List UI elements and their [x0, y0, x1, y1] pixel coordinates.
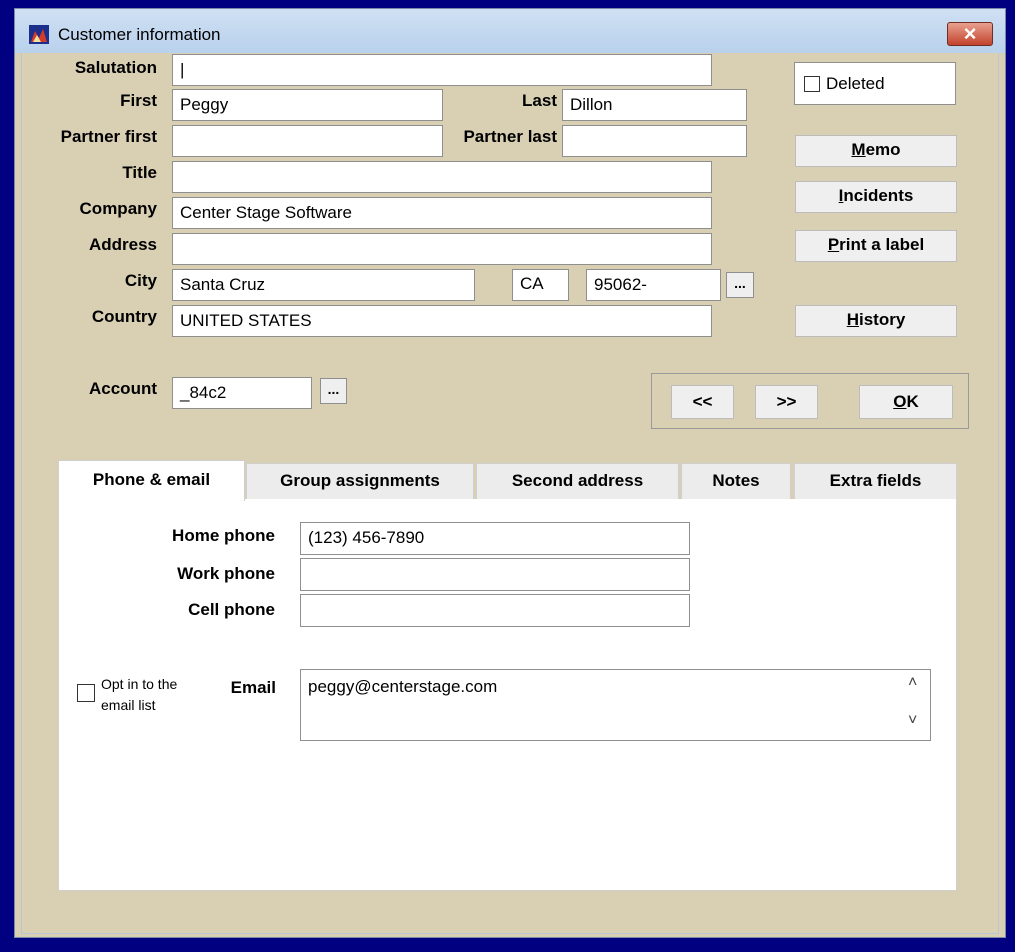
- window-title: Customer information: [58, 25, 221, 44]
- title-input[interactable]: [172, 161, 712, 193]
- first-label: First: [120, 91, 157, 110]
- deleted-label: Deleted: [826, 74, 885, 93]
- deleted-checkbox[interactable]: [804, 76, 820, 92]
- print-label-button[interactable]: Print a label: [795, 230, 957, 262]
- opt-in-label: Opt in to the email list: [101, 676, 178, 713]
- company-label: Company: [79, 199, 157, 218]
- customer-info-window: Customer information × Salutation First …: [14, 8, 1006, 938]
- title-bar: Customer information ×: [15, 9, 1005, 53]
- incidents-button[interactable]: Incidents: [795, 181, 957, 213]
- tab-notes[interactable]: Notes: [681, 463, 791, 500]
- state-input[interactable]: CA: [512, 269, 569, 301]
- email-textarea[interactable]: peggy@centerstage.com ˄ ˅: [300, 669, 931, 741]
- address-input[interactable]: [172, 233, 712, 265]
- work-phone-label: Work phone: [177, 564, 275, 583]
- first-name-input[interactable]: Peggy: [172, 89, 443, 121]
- account-input[interactable]: _84c2: [172, 377, 312, 409]
- tab-phone-email[interactable]: Phone & email: [58, 460, 245, 501]
- tab-group-assignments[interactable]: Group assignments: [246, 463, 474, 500]
- app-icon: [29, 25, 49, 44]
- address-label: Address: [88, 235, 157, 254]
- email-label: Email: [230, 678, 276, 697]
- country-input[interactable]: UNITED STATES: [172, 305, 712, 337]
- home-phone-input[interactable]: (123) 456-7890: [300, 522, 690, 555]
- last-name-input[interactable]: Dillon: [562, 89, 747, 121]
- opt-in-checkbox[interactable]: [77, 684, 95, 702]
- zip-input[interactable]: 95062-: [586, 269, 721, 301]
- deleted-box: Deleted: [794, 62, 956, 105]
- country-label: Country: [91, 307, 157, 326]
- title-label: Title: [122, 163, 157, 182]
- tab-extra-fields[interactable]: Extra fields: [794, 463, 957, 500]
- company-input[interactable]: Center Stage Software: [172, 197, 712, 229]
- email-value: peggy@centerstage.com: [308, 677, 498, 696]
- account-label: Account: [89, 379, 157, 398]
- salutation-label: Salutation: [74, 58, 157, 77]
- scroll-down-icon[interactable]: ˅: [908, 712, 917, 730]
- previous-record-button[interactable]: <<: [671, 385, 734, 419]
- close-icon: ×: [963, 21, 977, 46]
- partner-first-label: Partner first: [60, 127, 157, 146]
- partner-first-input[interactable]: [172, 125, 443, 157]
- city-label: City: [124, 271, 157, 290]
- salutation-input[interactable]: |: [172, 54, 712, 86]
- zip-lookup-button[interactable]: ...: [726, 272, 754, 298]
- next-record-button[interactable]: >>: [755, 385, 818, 419]
- ok-button[interactable]: OK: [859, 385, 953, 419]
- cell-phone-input[interactable]: [300, 594, 690, 627]
- close-button[interactable]: ×: [947, 21, 993, 46]
- city-input[interactable]: Santa Cruz: [172, 269, 475, 301]
- history-button[interactable]: History: [795, 305, 957, 337]
- email-scrollbar[interactable]: ˄ ˅: [904, 670, 930, 740]
- last-label: Last: [522, 91, 557, 110]
- cell-phone-label: Cell phone: [188, 600, 275, 619]
- tab-second-address[interactable]: Second address: [476, 463, 679, 500]
- partner-last-input[interactable]: [562, 125, 747, 157]
- home-phone-label: Home phone: [172, 526, 275, 545]
- account-lookup-button[interactable]: ...: [320, 378, 347, 404]
- memo-button[interactable]: Memo: [795, 135, 957, 167]
- navigation-group: << >> OK: [651, 373, 969, 429]
- work-phone-input[interactable]: [300, 558, 690, 591]
- partner-last-label: Partner last: [463, 127, 557, 146]
- scroll-up-icon[interactable]: ˄: [908, 674, 917, 692]
